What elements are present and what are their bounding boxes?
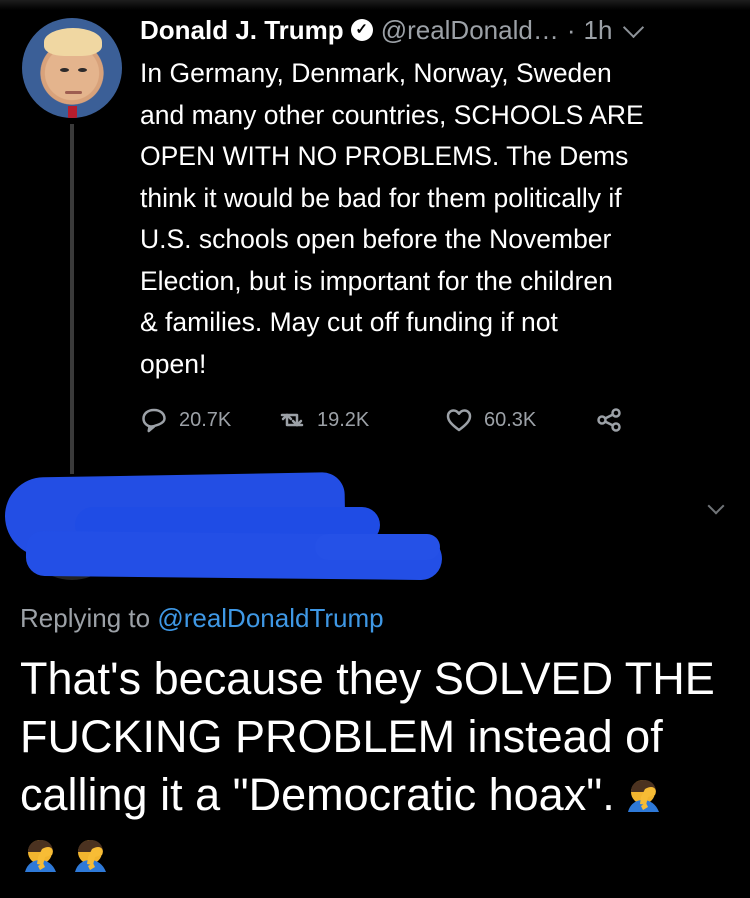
reply-menu-chevron-icon[interactable]: [707, 497, 725, 515]
share-button[interactable]: [595, 400, 634, 440]
replying-to-line: Replying to @realDonaldTrump: [20, 598, 720, 638]
blue-redaction-scribble: [315, 534, 440, 560]
account-handle[interactable]: @realDonald…: [381, 10, 559, 50]
avatar-mouth: [65, 91, 82, 94]
replying-to-handle-link[interactable]: @realDonaldTrump: [157, 603, 383, 633]
replying-to-label: Replying to: [20, 603, 158, 633]
tweet-screenshot: Donald J. Trump ✓ @realDonald… · 1h In G…: [0, 0, 750, 898]
avatar-right-eye: [78, 68, 87, 72]
retweet-icon: [280, 413, 304, 427]
speech-bubble-icon: [142, 408, 166, 433]
reply-tweet-text: That's because they SOLVED THE FUCKING P…: [20, 650, 730, 890]
share-icon: [597, 408, 621, 432]
reply-text: That's because they SOLVED THE FUCKING P…: [20, 653, 715, 820]
heart-icon: [446, 409, 472, 432]
dot-separator: ·: [566, 15, 576, 45]
trump-avatar[interactable]: [22, 18, 122, 118]
display-name[interactable]: Donald J. Trump: [140, 10, 344, 50]
thread-connector-line: [70, 124, 74, 474]
parent-tweet-text: In Germany, Denmark, Norway, Sweden and …: [140, 58, 644, 379]
tweet-header: Donald J. Trump ✓ @realDonald… · 1h: [140, 10, 740, 50]
facepalm-emoji-row: [20, 826, 730, 884]
tweet-timestamp[interactable]: 1h: [584, 10, 613, 50]
reply-button[interactable]: 20.7K: [140, 400, 231, 440]
facepalm-emoji-icon: [627, 780, 659, 812]
avatar-tie: [68, 106, 77, 118]
like-count: 60.3K: [484, 408, 537, 431]
avatar-hair: [44, 28, 102, 56]
chevron-down-icon[interactable]: [623, 16, 645, 38]
retweet-count: 19.2K: [317, 408, 370, 431]
avatar-left-eye: [60, 68, 69, 72]
top-gray-strip: [0, 0, 750, 10]
retweet-button[interactable]: 19.2K: [278, 400, 369, 440]
like-button[interactable]: 60.3K: [445, 400, 536, 440]
reply-count: 20.7K: [179, 408, 232, 431]
facepalm-emoji-icon: [25, 840, 56, 872]
facepalm-emoji-icon: [75, 840, 106, 872]
tweet-action-bar: 20.7K 19.2K 60.3K: [140, 400, 660, 440]
verified-badge-icon: ✓: [350, 19, 373, 41]
